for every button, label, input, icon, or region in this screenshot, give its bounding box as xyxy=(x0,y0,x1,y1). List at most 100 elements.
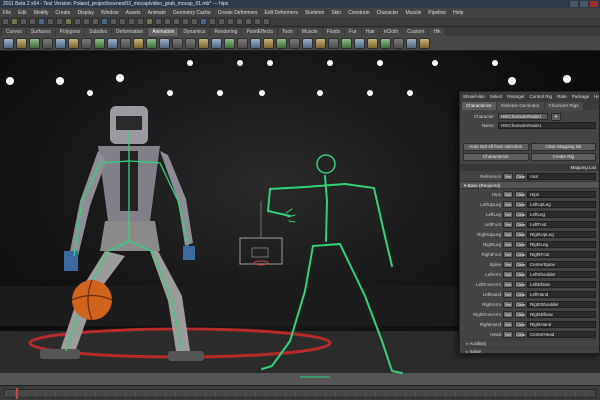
status-tool-icon[interactable] xyxy=(56,18,63,25)
joint-set-button[interactable]: Set xyxy=(503,210,513,218)
shelf-tool-icon[interactable] xyxy=(250,37,261,49)
panel-tab-character-rigs[interactable]: Character Rigs xyxy=(544,102,583,110)
menu-item-display[interactable]: Display xyxy=(77,10,93,16)
status-tool-icon[interactable] xyxy=(182,18,189,25)
joint-set-button[interactable]: Set xyxy=(503,200,513,208)
menu-item-modify[interactable]: Modify xyxy=(34,10,49,16)
panel-tab-skeleton-generator[interactable]: Skeleton Generator xyxy=(496,102,544,110)
joint-set-button[interactable]: Set xyxy=(503,250,513,258)
joint-clear-button[interactable]: Clear xyxy=(515,230,526,238)
joint-mapped-field[interactable]: RightShoulder xyxy=(527,300,596,308)
panel-menu-select[interactable]: Select xyxy=(490,94,503,99)
shelf-tool-icon[interactable] xyxy=(393,37,404,49)
menu-item-edit-deformers[interactable]: Edit Deformers xyxy=(265,10,298,16)
status-tool-icon[interactable] xyxy=(101,18,108,25)
shelf-tool-icon[interactable] xyxy=(406,37,417,49)
joint-clear-button[interactable]: Clear xyxy=(515,320,526,328)
shelf-tool-icon[interactable] xyxy=(133,37,144,49)
status-tool-icon[interactable] xyxy=(155,18,162,25)
shelf-tool-icon[interactable] xyxy=(419,37,430,49)
joint-set-button[interactable]: Set xyxy=(503,220,513,228)
status-tool-icon[interactable] xyxy=(254,18,261,25)
menu-item-create-deformers[interactable]: Create Deformers xyxy=(218,10,258,16)
shelf-tab-subdivs[interactable]: Subdivs xyxy=(85,27,111,36)
joint-clear-button[interactable]: Clear xyxy=(515,290,526,298)
shelf-tool-icon[interactable] xyxy=(211,37,222,49)
shelf-tab-surfaces[interactable]: Surfaces xyxy=(26,27,55,36)
status-tool-icon[interactable] xyxy=(218,18,225,25)
shelf-tab-muscle[interactable]: Muscle xyxy=(297,27,322,36)
panel-menu-show-hide[interactable]: Show/Hide xyxy=(463,94,485,99)
joint-set-button[interactable]: Set xyxy=(503,230,513,238)
joint-clear-button[interactable]: Clear xyxy=(515,240,526,248)
subsection-spine[interactable]: Spine xyxy=(460,347,599,353)
status-tool-icon[interactable] xyxy=(92,18,99,25)
shelf-tab-hik[interactable]: Hik xyxy=(429,27,445,36)
shelf-tool-icon[interactable] xyxy=(198,37,209,49)
menu-item-muscle[interactable]: Muscle xyxy=(405,10,421,16)
menu-item-assets[interactable]: Assets xyxy=(126,10,141,16)
panel-menu-control-rig[interactable]: Control Rig xyxy=(530,94,553,99)
shelf-tab-deformation[interactable]: Deformation xyxy=(111,27,148,36)
time-slider[interactable] xyxy=(0,385,600,400)
joint-set-button[interactable]: Set xyxy=(503,330,513,338)
joint-clear-button[interactable]: Clear xyxy=(515,190,526,198)
shelf-tab-hair[interactable]: Hair xyxy=(361,27,379,36)
status-tool-icon[interactable] xyxy=(200,18,207,25)
shelf-tool-icon[interactable] xyxy=(289,37,300,49)
joint-set-button[interactable]: Set xyxy=(503,310,513,318)
shelf-tool-icon[interactable] xyxy=(237,37,248,49)
joint-clear-button[interactable]: Clear xyxy=(515,300,526,308)
joint-mapped-field[interactable]: RightLeg xyxy=(527,240,596,248)
shelf-tab-painteffects[interactable]: PaintEffects xyxy=(242,27,278,36)
status-tool-icon[interactable] xyxy=(20,18,27,25)
shelf-tool-icon[interactable] xyxy=(146,37,157,49)
joint-mapped-field[interactable]: LeftFoot xyxy=(527,220,596,228)
joint-clear-button[interactable]: Clear xyxy=(515,210,526,218)
joint-mapped-field[interactable]: CenterHead xyxy=(527,330,596,338)
menu-item-geometry-cache[interactable]: Geometry Cache xyxy=(173,10,211,16)
shelf-tool-icon[interactable] xyxy=(354,37,365,49)
subsection-auxiliary[interactable]: Auxiliary xyxy=(460,339,599,347)
status-tool-icon[interactable] xyxy=(191,18,198,25)
close-icon[interactable] xyxy=(590,1,598,7)
menu-item-pipeline[interactable]: Pipeline xyxy=(428,10,446,16)
joint-mapped-field[interactable]: LeftShoulder xyxy=(527,270,596,278)
minimize-icon[interactable] xyxy=(570,1,578,7)
shelf-tool-icon[interactable] xyxy=(3,37,14,49)
shelf-tab-polygons[interactable]: Polygons xyxy=(55,27,85,36)
joint-mapped-field[interactable]: LeftUpLeg xyxy=(527,200,596,208)
status-tool-icon[interactable] xyxy=(119,18,126,25)
shelf-tool-icon[interactable] xyxy=(276,37,287,49)
auto-get-all-button[interactable]: Auto Get All from selection xyxy=(463,143,529,151)
panel-menu-package[interactable]: Package xyxy=(572,94,590,99)
status-tool-icon[interactable] xyxy=(137,18,144,25)
menu-item-skin[interactable]: Skin xyxy=(331,10,341,16)
panel-menu-help[interactable]: Help xyxy=(594,94,599,99)
joint-mapped-field[interactable]: LeftHand xyxy=(527,290,596,298)
status-tool-icon[interactable] xyxy=(2,18,9,25)
name-field[interactable]: HIKCharacterNode1 xyxy=(498,122,596,129)
shelf-tool-icon[interactable] xyxy=(107,37,118,49)
status-tool-icon[interactable] xyxy=(173,18,180,25)
shelf-tool-icon[interactable] xyxy=(315,37,326,49)
menu-item-constrain[interactable]: Constrain xyxy=(348,10,369,16)
current-time-indicator[interactable] xyxy=(16,388,18,399)
joint-set-button[interactable]: Set xyxy=(503,260,513,268)
shelf-tool-icon[interactable] xyxy=(42,37,53,49)
menu-item-edit[interactable]: Edit xyxy=(18,10,27,16)
maximize-icon[interactable] xyxy=(580,1,588,7)
panel-tab-characterize[interactable]: Characterize xyxy=(462,102,496,110)
joint-set-button[interactable]: Set xyxy=(503,320,513,328)
shelf-tool-icon[interactable] xyxy=(120,37,131,49)
status-tool-icon[interactable] xyxy=(38,18,45,25)
joint-set-button[interactable]: Set xyxy=(503,300,513,308)
status-tool-icon[interactable] xyxy=(110,18,117,25)
shelf-tool-icon[interactable] xyxy=(159,37,170,49)
shelf-tool-icon[interactable] xyxy=(172,37,183,49)
joint-clear-button[interactable]: Clear xyxy=(515,310,526,318)
joint-set-button[interactable]: Set xyxy=(503,190,513,198)
joint-set-button[interactable]: Set xyxy=(503,290,513,298)
status-tool-icon[interactable] xyxy=(227,18,234,25)
shelf-tab-animation[interactable]: Animation xyxy=(148,27,179,36)
